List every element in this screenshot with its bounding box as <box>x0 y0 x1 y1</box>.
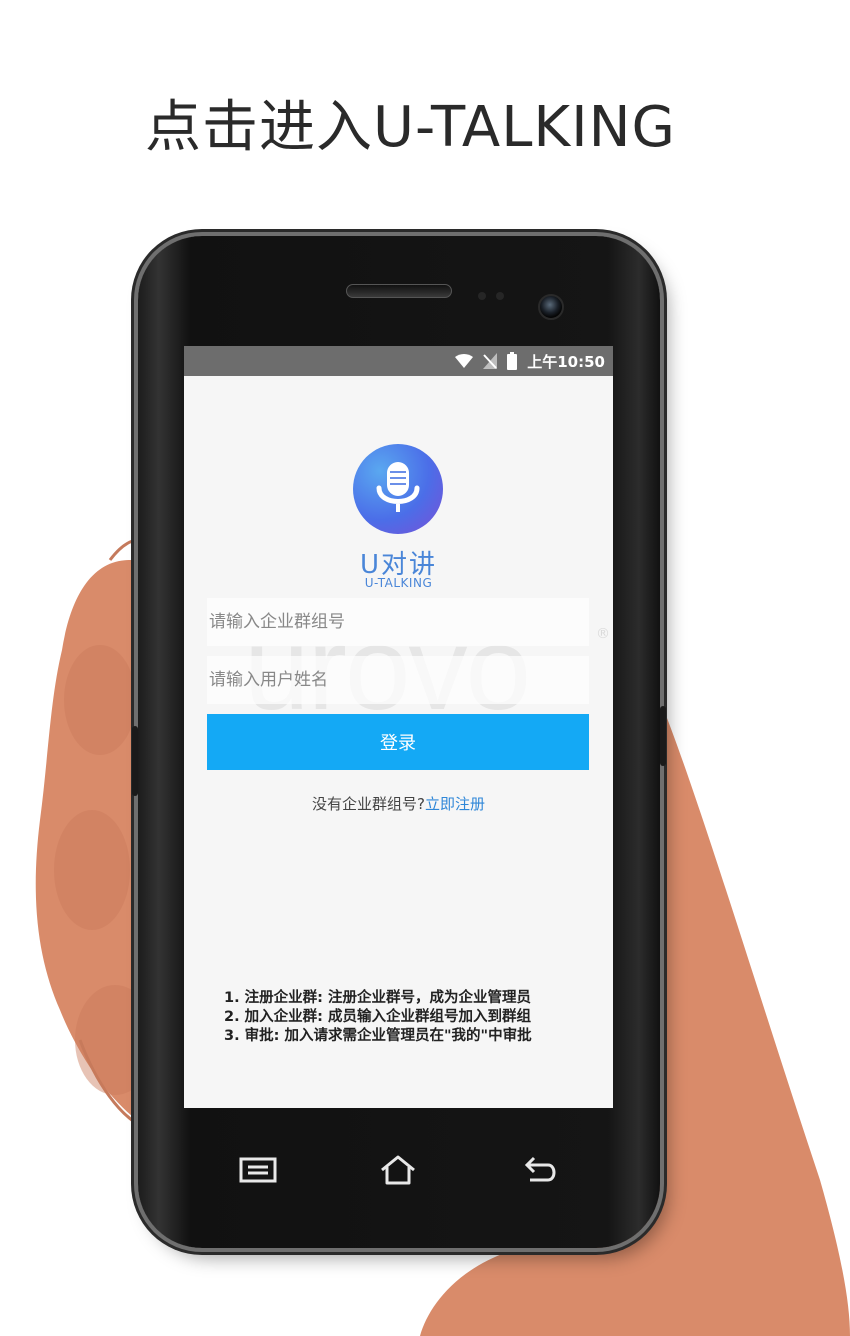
no-signal-icon <box>483 353 498 369</box>
phone-screen: 上午10:50 urovo ® U对讲 U-TALKING 登录 没有企业群组号… <box>184 346 613 1108</box>
microphone-icon <box>353 444 443 534</box>
help-line: 1. 注册企业群: 注册企业群号，成为企业管理员 <box>224 990 531 1006</box>
front-camera <box>538 294 564 320</box>
menu-icon[interactable] <box>236 1150 280 1190</box>
group-number-input[interactable] <box>207 598 589 646</box>
wifi-icon <box>455 354 474 368</box>
home-icon[interactable] <box>376 1150 420 1190</box>
register-link[interactable]: 立即注册 <box>425 795 485 813</box>
volume-button[interactable] <box>132 726 138 796</box>
help-instructions: 1. 注册企业群: 注册企业群号，成为企业管理员 2. 加入企业群: 成员输入企… <box>224 989 532 1046</box>
back-icon[interactable] <box>518 1150 562 1190</box>
register-prompt: 没有企业群组号?立即注册 <box>184 793 613 814</box>
status-time: 上午10:50 <box>527 352 605 371</box>
app-subtitle: U-TALKING <box>364 576 433 590</box>
earpiece-speaker <box>346 284 452 298</box>
proximity-sensor <box>478 292 486 300</box>
status-bar: 上午10:50 <box>184 346 613 376</box>
help-line: 2. 加入企业群: 成员输入企业群组号加入到群组 <box>224 1009 531 1025</box>
help-line: 3. 审批: 加入请求需企业管理员在"我的"中审批 <box>224 1028 532 1044</box>
username-input[interactable] <box>207 656 589 704</box>
login-button[interactable]: 登录 <box>207 714 589 770</box>
battery-icon <box>507 352 518 370</box>
light-sensor <box>496 292 504 300</box>
power-button[interactable] <box>660 706 666 766</box>
no-group-text: 没有企业群组号? <box>312 795 425 813</box>
registered-mark: ® <box>596 626 610 642</box>
